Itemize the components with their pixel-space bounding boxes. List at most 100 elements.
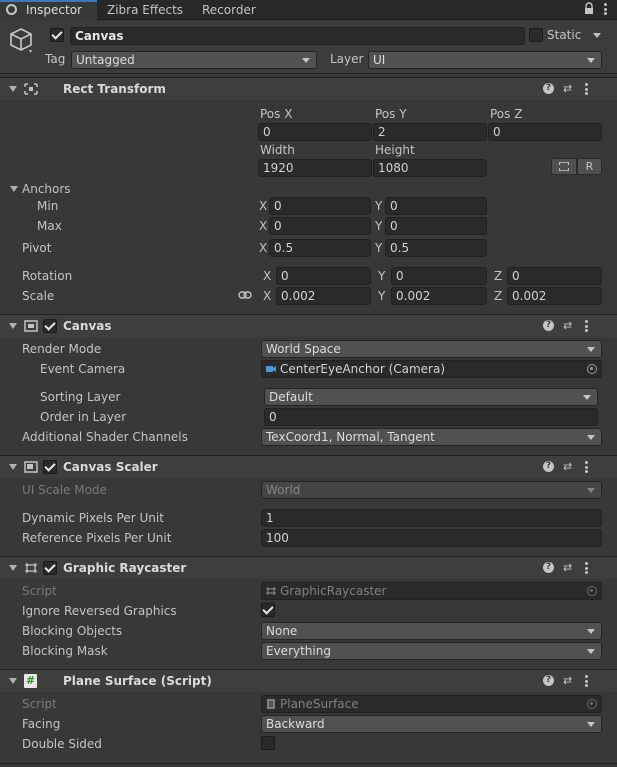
min-y-field[interactable]: 0: [385, 197, 487, 215]
help-icon[interactable]: ?: [543, 461, 554, 472]
canvas-enabled-checkbox[interactable]: [43, 319, 57, 333]
event-camera-field[interactable]: CenterEyeAnchor (Camera): [261, 360, 602, 378]
blocking-objects-dropdown[interactable]: None: [261, 622, 602, 640]
sorting-layer-label: Sorting Layer: [40, 390, 121, 404]
max-y-field[interactable]: 0: [385, 217, 487, 235]
tab-zibra-effects[interactable]: Zibra Effects: [97, 0, 193, 20]
rot-z-field[interactable]: 0: [507, 267, 602, 285]
anchors-foldout-arrow[interactable]: [10, 186, 18, 192]
tab-recorder[interactable]: Recorder: [193, 0, 273, 20]
pivot-y-field[interactable]: 0.5: [385, 239, 487, 257]
reference-pixels-label: Reference Pixels Per Unit: [22, 531, 172, 545]
raycaster-enabled-checkbox[interactable]: [43, 561, 57, 575]
raw-edit-button[interactable]: R: [577, 158, 602, 175]
component-header-icons: ? ⇄: [543, 562, 603, 576]
pivot-x-field[interactable]: 0.5: [269, 239, 371, 257]
dynamic-pixels-field[interactable]: 1: [261, 509, 602, 527]
ui-scale-mode-label: UI Scale Mode: [22, 483, 107, 497]
more-icon[interactable]: [585, 562, 589, 574]
preset-icon[interactable]: ⇄: [563, 83, 575, 95]
height-field[interactable]: 1080: [373, 159, 487, 177]
static-checkbox[interactable]: [529, 28, 543, 42]
event-camera-value: CenterEyeAnchor (Camera): [280, 362, 446, 376]
name-field[interactable]: Canvas: [70, 27, 525, 45]
blueprint-mode-button[interactable]: [551, 158, 577, 175]
gameobject-cube-icon[interactable]: [9, 27, 35, 55]
pos-z-field[interactable]: 0: [488, 123, 602, 141]
foldout-arrow-icon[interactable]: [9, 464, 17, 470]
preset-icon[interactable]: ⇄: [563, 320, 575, 332]
canvas-scaler-title: Canvas Scaler: [63, 460, 158, 474]
pos-y-label: Pos Y: [375, 107, 407, 121]
layer-dropdown[interactable]: UI: [368, 51, 602, 69]
foldout-arrow-icon[interactable]: [9, 565, 17, 571]
bottom-divider: [0, 763, 617, 764]
component-header-icons: ? ⇄: [543, 461, 603, 475]
max-x-field[interactable]: 0: [269, 217, 371, 235]
reference-pixels-field[interactable]: 100: [261, 529, 602, 547]
more-icon[interactable]: [585, 83, 589, 95]
scale-x-field[interactable]: 0.002: [276, 287, 371, 305]
rot-x-axis-label: X: [263, 269, 272, 283]
blocking-mask-value: Everything: [266, 644, 331, 658]
graphic-raycaster-title: Graphic Raycaster: [63, 561, 187, 575]
shader-channels-dropdown[interactable]: TexCoord1, Normal, Tangent: [261, 428, 602, 446]
ignore-reversed-label: Ignore Reversed Graphics: [22, 604, 177, 618]
graphic-raycaster-header[interactable]: Graphic Raycaster ? ⇄: [0, 556, 617, 579]
static-dropdown-arrow[interactable]: [593, 33, 601, 38]
more-icon[interactable]: [585, 675, 589, 687]
raw-edit-label: R: [585, 160, 594, 173]
plane-surface-header[interactable]: # Plane Surface (Script) ? ⇄: [0, 669, 617, 692]
anchors-label[interactable]: Anchors: [22, 182, 71, 196]
order-in-layer-field[interactable]: 0: [264, 408, 598, 426]
tag-dropdown[interactable]: Untagged: [71, 51, 317, 69]
scale-z-field[interactable]: 0.002: [507, 287, 602, 305]
canvas-header[interactable]: Canvas ? ⇄: [0, 314, 617, 337]
help-icon[interactable]: ?: [543, 562, 554, 573]
pos-x-field[interactable]: 0: [258, 123, 372, 141]
blocking-objects-value: None: [266, 624, 298, 638]
rot-z-axis-label: Z: [494, 269, 503, 283]
object-picker-icon[interactable]: [587, 364, 597, 374]
preset-icon[interactable]: ⇄: [563, 461, 575, 473]
chevron-down-icon: [583, 395, 591, 400]
help-icon[interactable]: ?: [543, 320, 554, 331]
render-mode-dropdown[interactable]: World Space: [261, 340, 602, 358]
more-icon[interactable]: [604, 3, 608, 15]
plane-surface-title: Plane Surface (Script): [63, 674, 212, 688]
min-x-field[interactable]: 0: [269, 197, 371, 215]
foldout-arrow-icon[interactable]: [9, 86, 17, 92]
help-icon[interactable]: ?: [543, 83, 554, 94]
pivot-label: Pivot: [22, 241, 52, 255]
rect-transform-header[interactable]: Rect Transform ? ⇄: [0, 77, 617, 100]
width-label: Width: [260, 143, 295, 157]
shader-channels-label: Additional Shader Channels: [22, 430, 188, 444]
help-icon[interactable]: ?: [543, 675, 554, 686]
foldout-arrow-icon[interactable]: [9, 323, 17, 329]
link-icon[interactable]: [238, 290, 252, 300]
raycaster-script-label: Script: [22, 584, 57, 598]
canvas-scaler-enabled-checkbox[interactable]: [43, 460, 57, 474]
rect-transform-icon: [24, 83, 38, 95]
ignore-reversed-checkbox[interactable]: [261, 603, 275, 617]
rot-y-field[interactable]: 0: [391, 267, 487, 285]
min-x-axis-label: X: [259, 199, 268, 213]
lock-icon[interactable]: [583, 2, 595, 15]
facing-dropdown[interactable]: Backward: [261, 715, 602, 733]
preset-icon[interactable]: ⇄: [563, 562, 575, 574]
scale-y-field[interactable]: 0.002: [391, 287, 487, 305]
active-checkbox[interactable]: [50, 28, 64, 42]
chevron-down-icon: [587, 58, 595, 63]
foldout-arrow-icon[interactable]: [9, 678, 17, 684]
more-icon[interactable]: [585, 320, 589, 332]
tab-inspector[interactable]: Inspector: [0, 0, 97, 21]
pos-y-field[interactable]: 2: [373, 123, 487, 141]
double-sided-checkbox[interactable]: [261, 736, 275, 750]
width-field[interactable]: 1920: [258, 159, 372, 177]
rot-x-field[interactable]: 0: [276, 267, 371, 285]
preset-icon[interactable]: ⇄: [563, 675, 575, 687]
blocking-mask-dropdown[interactable]: Everything: [261, 642, 602, 660]
sorting-layer-dropdown[interactable]: Default: [264, 388, 598, 406]
canvas-scaler-header[interactable]: Canvas Scaler ? ⇄: [0, 455, 617, 478]
more-icon[interactable]: [585, 461, 589, 473]
